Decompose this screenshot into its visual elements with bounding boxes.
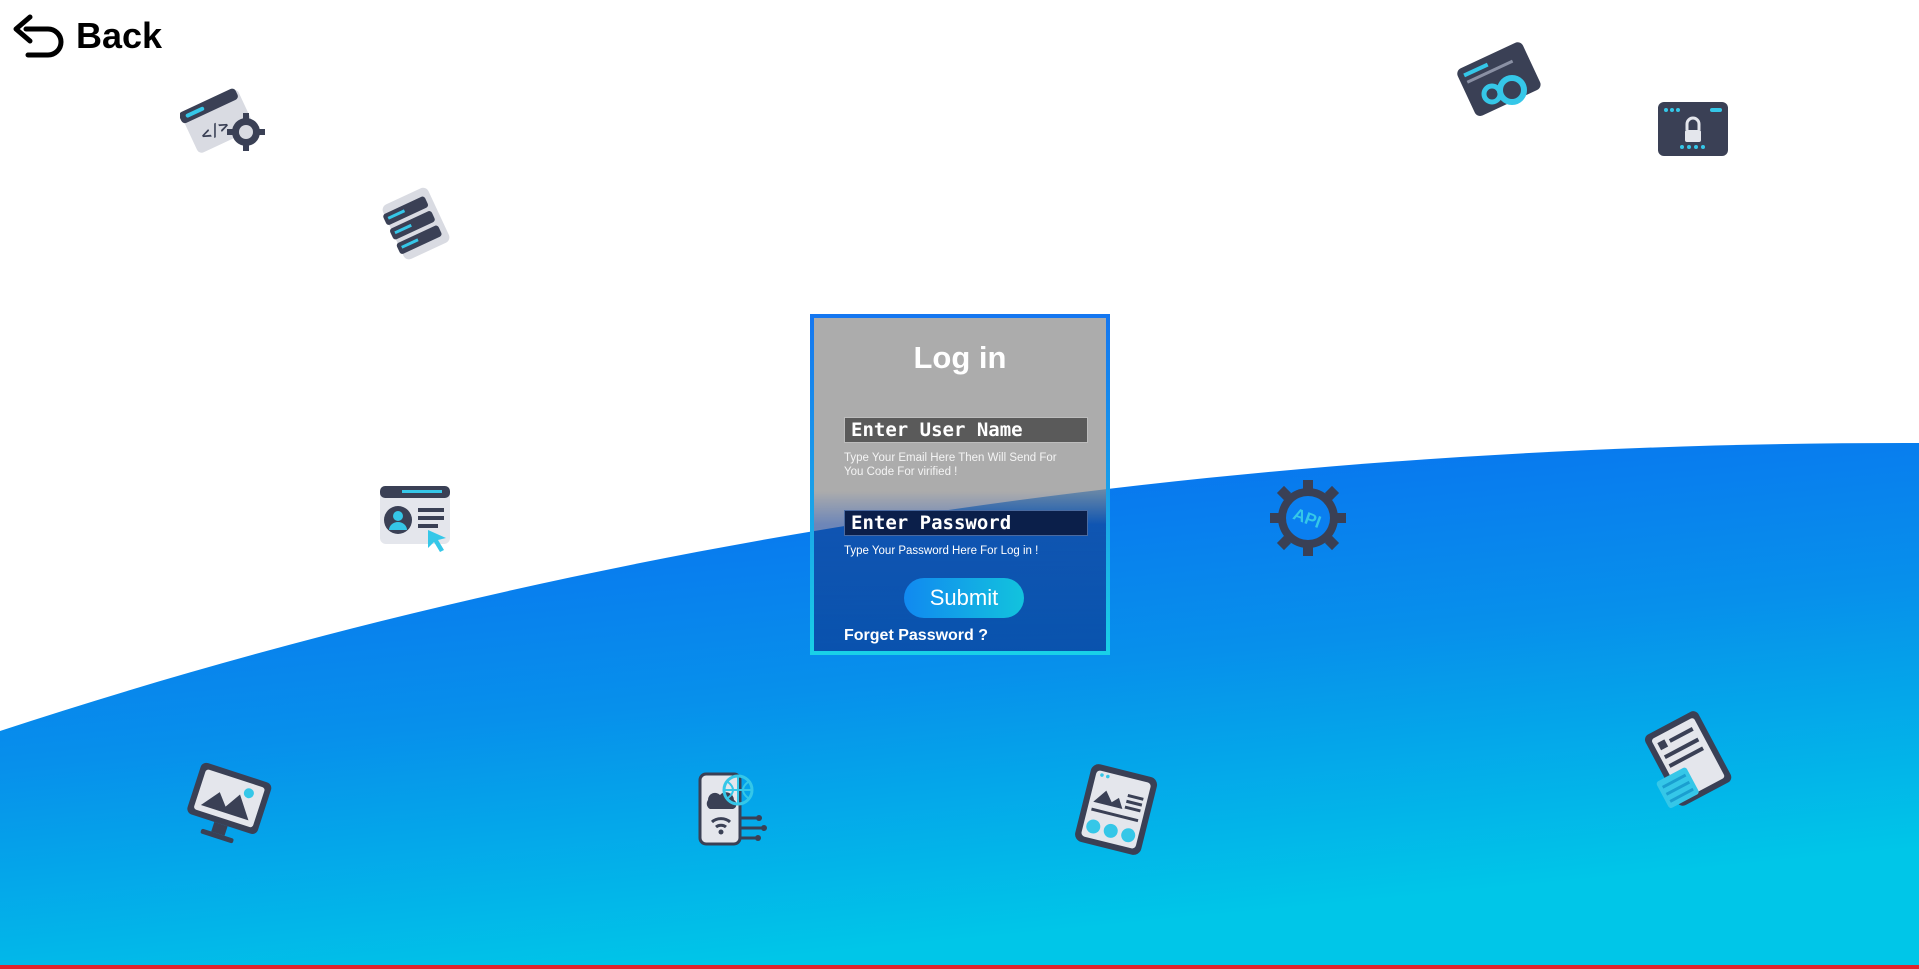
locked-browser-icon	[1656, 100, 1732, 160]
api-gear-icon: API	[1270, 478, 1348, 558]
web-settings-icon	[1456, 38, 1548, 124]
submit-button[interactable]: Submit	[904, 578, 1024, 618]
mobile-cloud-icon	[696, 770, 770, 850]
login-form: Log in Type Your Email Here Then Will Se…	[810, 314, 1110, 655]
login-page: Back </> API Log in Enter User Name Type…	[0, 0, 1919, 969]
code-settings-icon: </>	[180, 82, 272, 162]
forget-password-link[interactable]: Forget Password ?	[844, 627, 988, 645]
password-hint: Type Your Password Here For Log in !	[844, 545, 1039, 557]
bottom-border	[0, 965, 1919, 969]
user-profile-click-icon	[376, 480, 460, 556]
username-hint: Type Your Email Here Then Will Send For …	[844, 452, 1057, 478]
login-title: Log in	[913, 340, 1007, 375]
data-sheet-icon	[1642, 710, 1738, 814]
back-button[interactable]: Back	[10, 10, 162, 62]
web-layout-icon	[1074, 762, 1162, 858]
password-input[interactable]	[844, 510, 1088, 536]
username-input[interactable]	[844, 417, 1088, 443]
server-stack-icon	[380, 182, 460, 268]
back-label: Back	[76, 15, 163, 56]
back-arrow-icon	[10, 11, 66, 61]
design-monitor-icon	[182, 762, 278, 850]
